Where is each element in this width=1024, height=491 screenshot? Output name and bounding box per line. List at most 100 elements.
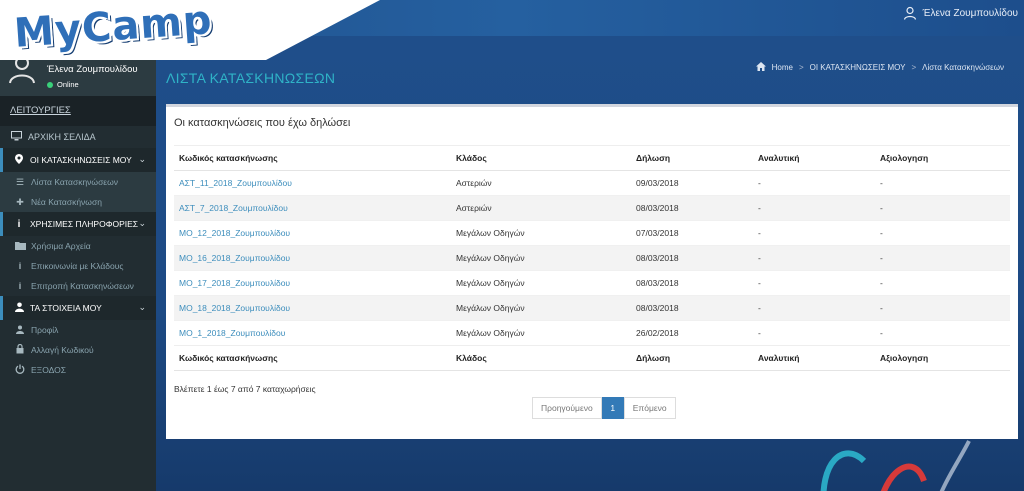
column-footer-branch: Κλάδος xyxy=(451,345,631,371)
sidebar-item-camp-committee[interactable]: i Επιτροπή Κατασκηνώσεων xyxy=(0,276,156,296)
declaration-date-cell: 26/02/2018 xyxy=(631,320,753,346)
table-footer-row: Κωδικός κατασκήνωσης Κλάδος Δήλωση Αναλυ… xyxy=(174,345,1010,371)
user-icon xyxy=(13,302,25,315)
details-cell: - xyxy=(753,295,875,321)
evaluation-cell: - xyxy=(875,220,1010,246)
sidebar-section-my-details[interactable]: ΤΑ ΣΤΟΙΧΕΙΑ ΜΟΥ ⌄ xyxy=(0,296,156,320)
branch-cell: Μεγάλων Οδηγών xyxy=(451,220,631,246)
sidebar: Έλενα Ζουμπουλίδου Online ΛΕΙΤΟΥΡΓΙΕΣ ΑΡ… xyxy=(0,36,156,491)
breadcrumb-current: Λίστα Κατασκηνώσεων xyxy=(922,63,1004,72)
camps-panel: Οι κατασκηνώσεις που έχω δηλώσει Κωδικός… xyxy=(166,104,1018,439)
column-header-code[interactable]: Κωδικός κατασκήνωσης xyxy=(174,145,451,171)
details-cell: - xyxy=(753,320,875,346)
evaluation-cell: - xyxy=(875,170,1010,196)
evaluation-cell: - xyxy=(875,245,1010,271)
chevron-down-icon: ⌄ xyxy=(138,154,146,164)
column-footer-code: Κωδικός κατασκήνωσης xyxy=(174,345,451,371)
details-cell: - xyxy=(753,220,875,246)
evaluation-cell: - xyxy=(875,320,1010,346)
page-title: ΛΙΣΤΑ ΚΑΤΑΣΚΗΝΩΣΕΩΝ xyxy=(166,70,336,86)
camps-table: Κωδικός κατασκήνωσης Κλάδος Δήλωση Αναλυ… xyxy=(174,145,1010,371)
declaration-date-cell: 07/03/2018 xyxy=(631,220,753,246)
plus-icon: ✚ xyxy=(16,196,24,207)
declaration-date-cell: 08/03/2018 xyxy=(631,270,753,296)
declaration-date-cell: 08/03/2018 xyxy=(631,195,753,221)
camp-code-link[interactable]: ΜΟ_1_2018_Ζουμπουλίδου xyxy=(174,320,451,346)
declaration-date-cell: 08/03/2018 xyxy=(631,295,753,321)
info-icon: i xyxy=(18,281,22,291)
info-icon: i xyxy=(18,261,22,271)
camp-code-link[interactable]: ΑΣΤ_11_2018_Ζουμπουλίδου xyxy=(174,170,451,196)
camp-code-link[interactable]: ΜΟ_17_2018_Ζουμπουλίδου xyxy=(174,270,451,296)
table-info-text: Βλέπετε 1 έως 7 από 7 καταχωρήσεις xyxy=(174,384,316,394)
column-footer-evaluation: Αξιολογηση xyxy=(875,345,1010,371)
sidebar-item-logout[interactable]: ΕΞΟΔΟΣ xyxy=(0,360,156,380)
table-row: ΜΟ_17_2018_Ζουμπουλίδου Μεγάλων Οδηγών 0… xyxy=(174,270,1010,296)
pagination: Προηγούμενο 1 Επόμενο xyxy=(532,397,676,419)
column-footer-declaration: Δήλωση xyxy=(631,345,753,371)
top-user-menu[interactable]: Έλενα Ζουμπουλίδου xyxy=(903,6,1018,20)
chevron-down-icon: ⌄ xyxy=(138,302,146,312)
column-header-declaration[interactable]: Δήλωση xyxy=(631,145,753,171)
page-1-button[interactable]: 1 xyxy=(601,397,624,419)
branch-cell: Μεγάλων Οδηγών xyxy=(451,245,631,271)
branch-cell: Μεγάλων Οδηγών xyxy=(451,295,631,321)
sidebar-item-contact-branches[interactable]: i Επικοινωνία με Κλάδους xyxy=(0,256,156,276)
breadcrumb-my-camps[interactable]: ΟΙ ΚΑΤΑΣΚΗΝΩΣΕΙΣ ΜΟΥ xyxy=(810,63,906,72)
folder-icon xyxy=(14,241,26,252)
table-row: ΑΣΤ_7_2018_Ζουμπουλίδου Αστεριών 08/03/2… xyxy=(174,195,1010,221)
details-cell: - xyxy=(753,170,875,196)
chevron-down-icon: ⌄ xyxy=(138,218,146,228)
user-icon xyxy=(14,325,26,336)
sidebar-header: ΛΕΙΤΟΥΡΓΙΕΣ xyxy=(0,96,156,126)
camp-code-link[interactable]: ΜΟ_12_2018_Ζουμπουλίδου xyxy=(174,220,451,246)
camp-code-link[interactable]: ΑΣΤ_7_2018_Ζουμπουλίδου xyxy=(174,195,451,221)
sidebar-item-useful-files[interactable]: Χρήσιμα Αρχεία xyxy=(0,236,156,256)
table-row: ΜΟ_18_2018_Ζουμπουλίδου Μεγάλων Οδηγών 0… xyxy=(174,295,1010,321)
map-marker-icon xyxy=(13,153,25,167)
top-user-name: Έλενα Ζουμπουλίδου xyxy=(922,7,1018,19)
branch-cell: Μεγάλων Οδηγών xyxy=(451,320,631,346)
sidebar-item-camp-list[interactable]: ☰ Λίστα Κατασκηνώσεων xyxy=(0,172,156,192)
evaluation-cell: - xyxy=(875,295,1010,321)
panel-title: Οι κατασκηνώσεις που έχω δηλώσει xyxy=(174,117,351,129)
declaration-date-cell: 08/03/2018 xyxy=(631,245,753,271)
sidebar-item-profile[interactable]: Προφίλ xyxy=(0,320,156,340)
sidebar-item-home[interactable]: ΑΡΧΙΚΗ ΣΕΛΙΔΑ xyxy=(0,126,156,148)
declaration-date-cell: 09/03/2018 xyxy=(631,170,753,196)
column-footer-details: Αναλυτική xyxy=(753,345,875,371)
sidebar-section-useful-info[interactable]: i ΧΡΗΣΙΜΕΣ ΠΛΗΡΟΦΟΡΙΕΣ ⌄ xyxy=(0,212,156,236)
sidebar-section-my-camps[interactable]: ΟΙ ΚΑΤΑΣΚΗΝΩΣΕΙΣ ΜΟΥ ⌄ xyxy=(0,148,156,172)
camp-code-link[interactable]: ΜΟ_16_2018_Ζουμπουλίδου xyxy=(174,245,451,271)
breadcrumb-home[interactable]: Home xyxy=(772,63,793,72)
home-icon xyxy=(755,62,766,73)
table-body: ΑΣΤ_11_2018_Ζουμπουλίδου Αστεριών 09/03/… xyxy=(174,170,1010,346)
camp-code-link[interactable]: ΜΟ_18_2018_Ζουμπουλίδου xyxy=(174,295,451,321)
online-status: Online xyxy=(47,80,79,89)
info-icon: i xyxy=(17,218,21,230)
table-row: ΜΟ_12_2018_Ζουμπουλίδου Μεγάλων Οδηγών 0… xyxy=(174,220,1010,246)
branch-cell: Μεγάλων Οδηγών xyxy=(451,270,631,296)
user-name: Έλενα Ζουμπουλίδου xyxy=(47,64,138,75)
monitor-icon xyxy=(10,130,22,144)
breadcrumb-separator: > xyxy=(798,63,804,72)
list-icon: ☰ xyxy=(15,176,25,187)
content-wrapper: ΛΙΣΤΑ ΚΑΤΑΣΚΗΝΩΣΕΩΝ Home > ΟΙ ΚΑΤΑΣΚΗΝΩΣ… xyxy=(156,36,1024,491)
sidebar-item-change-password[interactable]: Αλλαγή Κωδικού xyxy=(0,340,156,360)
column-header-evaluation[interactable]: Αξιολογηση xyxy=(875,145,1010,171)
status-dot-icon xyxy=(47,81,53,88)
sidebar-item-new-camp[interactable]: ✚ Νέα Κατασκήνωση xyxy=(0,192,156,212)
details-cell: - xyxy=(753,195,875,221)
column-header-branch[interactable]: Κλάδος xyxy=(451,145,631,171)
branch-cell: Αστεριών xyxy=(451,170,631,196)
details-cell: - xyxy=(753,245,875,271)
table-row: ΜΟ_16_2018_Ζουμπουλίδου Μεγάλων Οδηγών 0… xyxy=(174,245,1010,271)
breadcrumb-separator: > xyxy=(911,63,917,72)
table-row: ΜΟ_1_2018_Ζουμπουλίδου Μεγάλων Οδηγών 26… xyxy=(174,320,1010,346)
power-icon xyxy=(14,364,26,376)
previous-page-button[interactable]: Προηγούμενο xyxy=(532,397,602,419)
branch-cell: Αστεριών xyxy=(451,195,631,221)
next-page-button[interactable]: Επόμενο xyxy=(623,397,676,419)
column-header-details[interactable]: Αναλυτική xyxy=(753,145,875,171)
evaluation-cell: - xyxy=(875,270,1010,296)
